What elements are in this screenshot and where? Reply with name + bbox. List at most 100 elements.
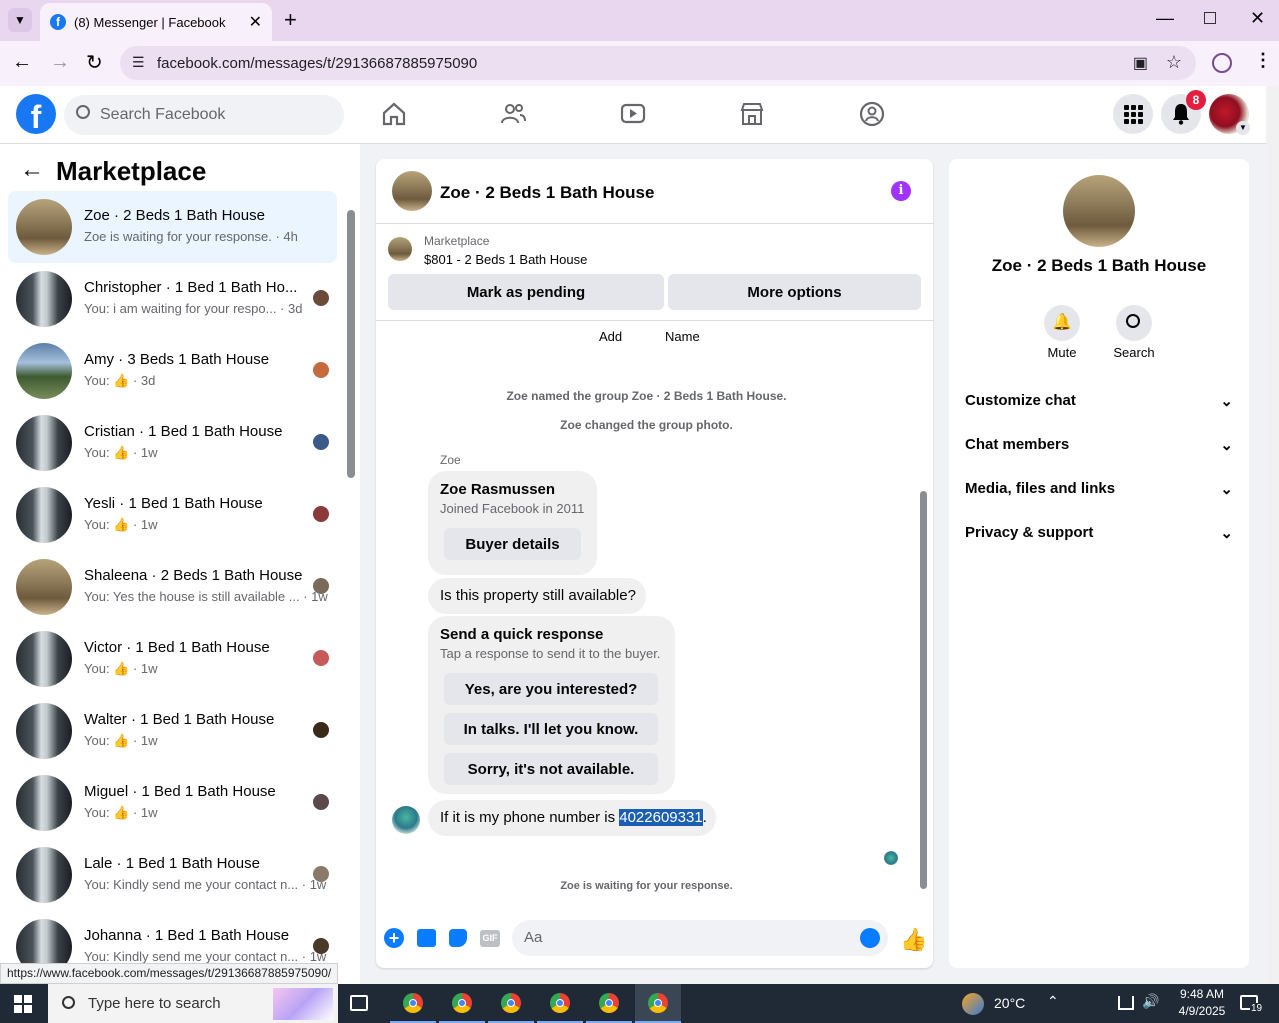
tab-search-dropdown[interactable]: ▼ [8, 8, 32, 32]
marketplace-icon[interactable] [738, 100, 766, 128]
home-icon[interactable] [380, 100, 408, 128]
chrome-menu-icon[interactable]: ⋮ [1254, 50, 1272, 71]
taskbar-search-box[interactable]: Type here to search [48, 984, 338, 1023]
conversation-item[interactable]: Miguel · 1 Bed 1 Bath House You: 👍 · 1w [8, 767, 337, 839]
network-icon[interactable] [1118, 996, 1134, 1010]
volume-icon[interactable]: 🔊 [1142, 993, 1159, 1010]
url-text: facebook.com/messages/t/2913668788597509… [157, 54, 478, 72]
more-options-button[interactable]: More options [668, 274, 921, 310]
conversation-title: Yesli · 1 Bed 1 Bath House [84, 495, 263, 512]
conversation-item[interactable]: Victor · 1 Bed 1 Bath House You: 👍 · 1w [8, 623, 337, 695]
minimize-icon[interactable]: — [1156, 8, 1174, 29]
profile-icon[interactable] [1212, 53, 1232, 73]
tray-chevron-icon[interactable]: ⌃ [1047, 993, 1059, 1010]
message-input[interactable]: Aa [512, 920, 888, 956]
add-attachment-icon[interactable]: + [384, 928, 404, 948]
read-receipt-avatar [313, 434, 329, 450]
bookmark-star-icon[interactable]: ☆ [1166, 52, 1182, 73]
weather-icon[interactable] [962, 993, 984, 1015]
install-app-icon[interactable]: ▣ [1133, 53, 1148, 73]
chrome-window-icon[interactable] [537, 984, 583, 1023]
like-thumb-icon[interactable]: 👍 [900, 927, 927, 953]
chrome-window-icon[interactable] [439, 984, 485, 1023]
windows-start-icon[interactable] [14, 995, 32, 1013]
friends-icon[interactable] [499, 100, 527, 128]
section-label: Chat members [965, 436, 1070, 453]
quick-response-talks-button[interactable]: In talks. I'll let you know. [444, 713, 658, 745]
facebook-logo-icon[interactable]: f [16, 94, 56, 135]
read-receipt-avatar [313, 938, 329, 954]
system-message: Zoe named the group Zoe · 2 Beds 1 Bath … [506, 389, 787, 403]
listing-thumbnail[interactable] [388, 237, 412, 261]
groups-icon[interactable] [858, 100, 886, 128]
account-chevron-icon[interactable]: ▼ [1236, 121, 1250, 135]
conversation-item[interactable]: Zoe · 2 Beds 1 Bath House Zoe is waiting … [8, 191, 337, 263]
gif-icon[interactable]: GIF [480, 930, 500, 947]
conversation-preview: You: i am waiting for your respo... · 3d [84, 301, 303, 316]
conversation-item[interactable]: Walter · 1 Bed 1 Bath House You: 👍 · 1w [8, 695, 337, 767]
conversation-item[interactable]: Christopher · 1 Bed 1 Bath Ho... You: i a… [8, 263, 337, 335]
phone-number-selected[interactable]: 4022609331 [619, 809, 703, 826]
mark-as-pending-button[interactable]: Mark as pending [388, 274, 664, 310]
chrome-window-icon[interactable] [488, 984, 534, 1023]
page-scrollbar[interactable] [1266, 86, 1279, 984]
task-view-icon[interactable] [350, 995, 368, 1011]
quick-response-sorry-button[interactable]: Sorry, it's not available. [444, 753, 658, 785]
search-input[interactable]: Search Facebook [64, 95, 344, 135]
back-arrow-icon[interactable]: ← [20, 156, 44, 184]
temperature[interactable]: 20°C [994, 995, 1025, 1011]
site-info-icon[interactable]: ☰ [132, 54, 145, 71]
emoji-icon[interactable] [860, 928, 880, 948]
message-punctuation: . [702, 809, 707, 826]
clock-date[interactable]: 4/9/2025 [1170, 1004, 1234, 1018]
add-member-label[interactable]: Add [599, 329, 622, 344]
menu-grid-icon[interactable] [1113, 94, 1153, 134]
media-files-links-section[interactable]: Media, files and links ⌄ [965, 480, 1233, 498]
forward-icon[interactable]: → [50, 51, 70, 74]
chrome-window-icon[interactable] [586, 984, 632, 1023]
taskbar-search-placeholder: Type here to search [88, 995, 221, 1012]
quick-response-yes-button[interactable]: Yes, are you interested? [444, 673, 658, 705]
new-tab-icon[interactable]: + [284, 7, 297, 33]
mute-button[interactable]: 🔔 [1044, 305, 1080, 341]
conversation-thumbnail [16, 487, 72, 543]
chat-info-icon[interactable]: i [891, 181, 911, 201]
restore-icon[interactable] [1204, 12, 1216, 24]
conversation-sidebar: ← Marketplace Zoe · 2 Beds 1 Bath House Z… [0, 144, 360, 984]
buyer-details-button[interactable]: Buyer details [444, 528, 581, 560]
sender-avatar[interactable] [392, 806, 420, 834]
chat-avatar[interactable] [392, 171, 432, 211]
info-avatar[interactable] [1063, 175, 1135, 247]
address-bar[interactable]: ☰ facebook.com/messages/t/29136687885975… [120, 46, 1196, 80]
reload-icon[interactable]: ↻ [86, 50, 103, 75]
sidebar-scrollbar[interactable] [347, 210, 355, 478]
clock-time[interactable]: 9:48 AM [1170, 987, 1234, 1001]
video-icon[interactable] [619, 100, 647, 128]
listing-title[interactable]: $801 - 2 Beds 1 Bath House [424, 252, 587, 267]
seen-receipt-avatar [884, 851, 898, 865]
sticker-icon[interactable] [449, 929, 467, 947]
customize-chat-section[interactable]: Customize chat ⌄ [965, 392, 1233, 410]
conversation-item[interactable]: Cristian · 1 Bed 1 Bath House You: 👍 · 1w [8, 407, 337, 479]
name-group-label[interactable]: Name [665, 329, 700, 344]
conversation-item[interactable]: Amy · 3 Beds 1 Bath House You: 👍 · 3d [8, 335, 337, 407]
thread-scrollbar[interactable] [920, 491, 927, 889]
conversation-item[interactable]: Lale · 1 Bed 1 Bath House You: Kindly sen… [8, 839, 337, 911]
conversation-title: Cristian · 1 Bed 1 Bath House [84, 423, 283, 440]
back-icon[interactable]: ← [12, 51, 32, 74]
conversation-item[interactable]: Yesli · 1 Bed 1 Bath House You: 👍 · 1w [8, 479, 337, 551]
close-window-icon[interactable]: ✕ [1250, 8, 1265, 29]
close-tab-icon[interactable]: ✕ [249, 12, 262, 32]
chat-members-section[interactable]: Chat members ⌄ [965, 436, 1233, 454]
conversation-item[interactable]: Shaleena · 2 Beds 1 Bath House You: Yes t… [8, 551, 337, 623]
privacy-support-section[interactable]: Privacy & support ⌄ [965, 524, 1233, 542]
photo-icon[interactable] [417, 929, 436, 947]
chat-title[interactable]: Zoe · 2 Beds 1 Bath House [440, 183, 654, 203]
browser-tab[interactable]: f (8) Messenger | Facebook ✕ [40, 3, 272, 41]
profile-card: Zoe Rasmussen Joined Facebook in 2011 Bu… [428, 471, 597, 575]
conversation-preview: You: 👍 · 1w [84, 517, 158, 532]
chrome-window-icon[interactable] [390, 984, 436, 1023]
chrome-window-icon[interactable] [635, 984, 681, 1023]
search-chat-button[interactable] [1116, 305, 1152, 341]
info-title: Zoe · 2 Beds 1 Bath House [991, 256, 1207, 275]
